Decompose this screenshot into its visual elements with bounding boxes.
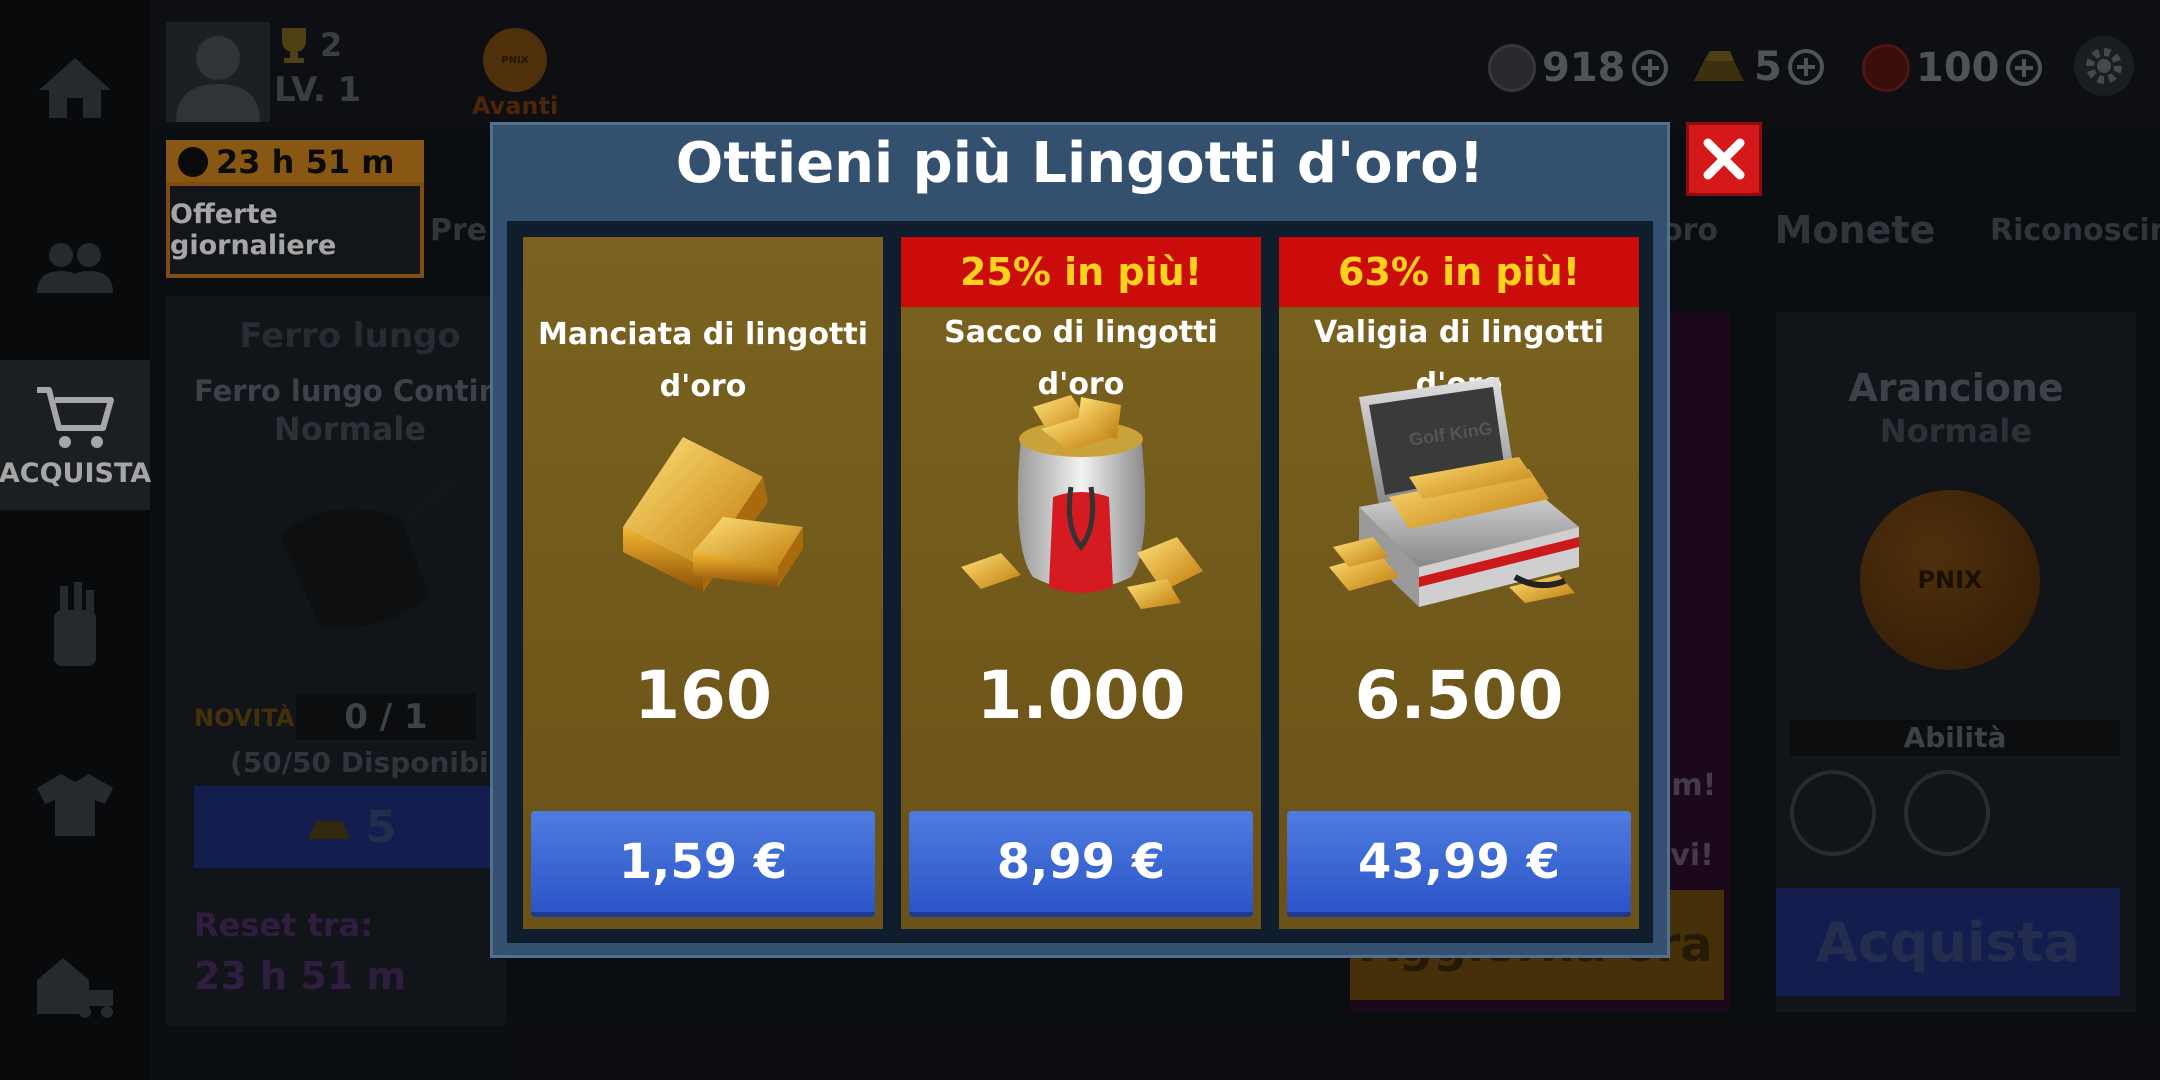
offer-card-handful: Manciata di lingotti d'oro 160 1,59 € [523,237,883,929]
gold-bar-offer-dialog: Ottieni più Lingotti d'oro! Manciata di … [490,122,1670,958]
offer-amount: 6.500 [1354,657,1564,734]
offer-amount: 1.000 [976,657,1186,734]
buy-handful-button[interactable]: 1,59 € [531,811,875,917]
offer-cards-container: Manciata di lingotti d'oro 160 1,59 € 25… [507,221,1653,943]
buy-sack-button[interactable]: 8,99 € [909,811,1253,917]
bonus-ribbon: 25% in più! [901,237,1261,307]
offer-amount: 160 [634,657,772,734]
offer-card-sack: 25% in più! Sacco di lingotti d'oro 1.00… [901,237,1261,929]
close-button[interactable] [1686,122,1762,196]
buy-case-button[interactable]: 43,99 € [1287,811,1631,917]
offer-card-case: 63% in più! Valigia di lingotti d'oro Go… [1279,237,1639,929]
close-icon [1703,138,1745,180]
gold-case-icon: Golf KinG [1329,377,1579,607]
gold-sack-icon [961,395,1203,609]
bonus-ribbon: 63% in più! [1279,237,1639,307]
gold-bars-icon [623,437,803,592]
dialog-title: Ottieni più Lingotti d'oro! [675,131,1485,196]
